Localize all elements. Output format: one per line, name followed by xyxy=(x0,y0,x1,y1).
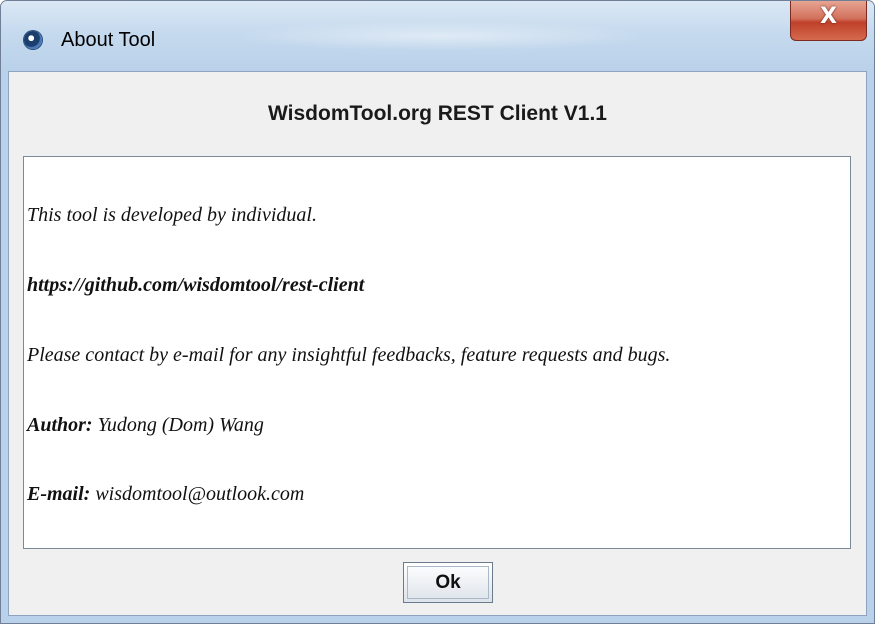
ok-button[interactable]: Ok xyxy=(403,562,493,603)
close-button[interactable]: X xyxy=(790,1,867,41)
about-text-panel: This tool is developed by individual. ht… xyxy=(23,156,851,549)
email-value: wisdomtool@outlook.com xyxy=(90,483,305,505)
email-label: E-mail: xyxy=(27,483,91,505)
header-panel: WisdomTool.org REST Client V1.1 xyxy=(9,72,866,156)
dialog-body: WisdomTool.org REST Client V1.1 This too… xyxy=(8,71,867,616)
author-line: Author: Yudong (Dom) Wang xyxy=(27,414,264,437)
author-value: Yudong (Dom) Wang xyxy=(92,414,264,436)
close-icon: X xyxy=(820,4,837,29)
developed-by-text: This tool is developed by individual. xyxy=(27,204,317,226)
author-label: Author: xyxy=(27,414,93,436)
contact-text: Please contact by e-mail for any insight… xyxy=(27,344,671,366)
email-line: E-mail: wisdomtool@outlook.com xyxy=(27,483,304,506)
app-title: WisdomTool.org REST Client V1.1 xyxy=(268,102,607,125)
about-dialog: About Tool X WisdomTool.org REST Client … xyxy=(0,0,875,624)
project-url: https://github.com/wisdomtool/rest-clien… xyxy=(27,274,365,296)
java-cup-icon xyxy=(24,31,42,49)
button-bar: Ok xyxy=(9,549,866,615)
window-title: About Tool xyxy=(61,29,156,51)
title-bar[interactable]: About Tool X xyxy=(1,1,874,71)
